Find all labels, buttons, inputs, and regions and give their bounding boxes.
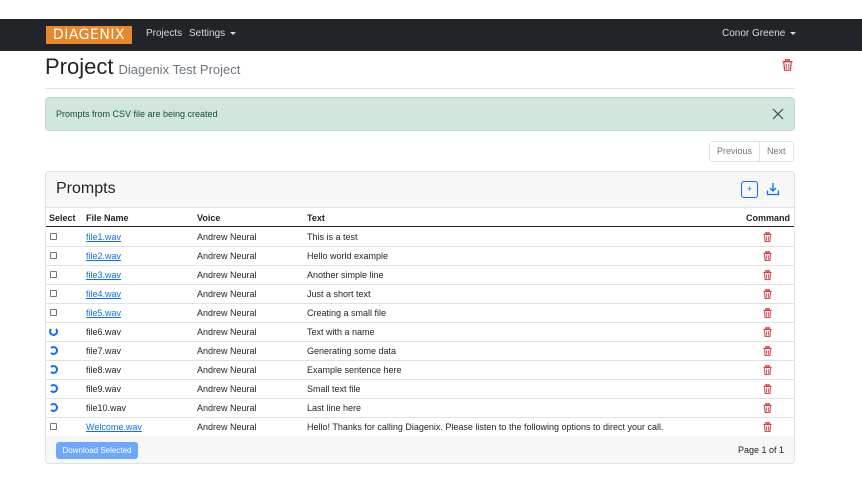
delete-row-trash-icon[interactable] xyxy=(763,270,772,280)
voice-cell: Andrew Neural xyxy=(197,403,257,413)
delete-row-trash-icon[interactable] xyxy=(763,251,772,261)
spinner-icon xyxy=(49,346,58,355)
voice-cell: Andrew Neural xyxy=(197,270,257,280)
column-header-select: Select xyxy=(49,213,76,223)
next-button[interactable]: Next xyxy=(759,142,793,161)
column-header-text: Text xyxy=(307,213,325,223)
nav-projects[interactable]: Projects xyxy=(146,28,182,39)
page-title: Project Diagenix Test Project xyxy=(45,54,240,80)
chevron-down-icon xyxy=(790,31,797,35)
user-name: Conor Greene xyxy=(722,28,786,39)
nav-settings-dropdown[interactable]: Settings xyxy=(189,28,237,39)
spinner-icon xyxy=(49,384,58,393)
voice-cell: Andrew Neural xyxy=(197,327,257,337)
table-header: Select File Name Voice Text Command xyxy=(46,209,794,227)
voice-cell: Andrew Neural xyxy=(197,251,257,261)
file-name-link[interactable]: file5.wav xyxy=(86,308,121,318)
file-name: file10.wav xyxy=(86,403,127,413)
page-count: Page 1 of 1 xyxy=(737,445,784,455)
voice-cell: Andrew Neural xyxy=(197,384,257,394)
voice-cell: Andrew Neural xyxy=(197,365,257,375)
file-name-link[interactable]: file2.wav xyxy=(86,251,121,261)
voice-cell: Andrew Neural xyxy=(197,308,257,318)
table-row: file2.wav Andrew Neural Hello world exampl… xyxy=(46,247,794,266)
voice-cell: Andrew Neural xyxy=(197,289,257,299)
table-row: Welcome.wav Andrew Neural Hello! Thanks fo… xyxy=(46,418,794,437)
text-cell: Hello world example xyxy=(307,251,389,261)
spinner-icon xyxy=(49,365,58,374)
nav-settings-label: Settings xyxy=(189,28,226,39)
table-row: file8.wav Andrew Neural Example sentence h… xyxy=(46,361,794,380)
prompts-card-header: Prompts + xyxy=(46,172,794,208)
close-icon[interactable] xyxy=(772,108,784,120)
row-select-checkbox[interactable] xyxy=(50,309,57,316)
spinner-icon xyxy=(49,403,58,412)
voice-cell: Andrew Neural xyxy=(197,346,257,356)
table-row: file1.wav Andrew Neural This is a test xyxy=(46,228,794,247)
delete-project-trash-icon[interactable] xyxy=(782,59,793,71)
delete-row-trash-icon[interactable] xyxy=(763,403,772,413)
spinner-icon xyxy=(49,327,58,336)
prompts-card: Prompts + Select File Name Voice Text Co… xyxy=(45,171,795,464)
file-name-link[interactable]: Welcome.wav xyxy=(86,422,142,432)
column-header-command: Command xyxy=(746,213,791,223)
text-cell: Hello! Thanks for calling Diagenix. Plea… xyxy=(307,422,664,432)
column-header-file-name: File Name xyxy=(86,213,129,223)
delete-row-trash-icon[interactable] xyxy=(763,346,772,356)
voice-cell: Andrew Neural xyxy=(197,422,257,432)
text-cell: Last line here xyxy=(307,403,362,413)
row-select-checkbox[interactable] xyxy=(50,233,57,240)
header-divider xyxy=(45,88,795,89)
text-cell: This is a test xyxy=(307,232,358,242)
text-cell: Another simple line xyxy=(307,270,384,280)
diagenix-logo[interactable]: DIAGENIX xyxy=(46,26,132,44)
text-cell: Creating a small file xyxy=(307,308,387,318)
row-select-checkbox[interactable] xyxy=(50,423,57,430)
table-row: file5.wav Andrew Neural Creating a small f… xyxy=(46,304,794,323)
download-icon[interactable] xyxy=(766,182,780,196)
text-cell: Example sentence here xyxy=(307,365,402,375)
table-row: file9.wav Andrew Neural Small text file xyxy=(46,380,794,399)
delete-row-trash-icon[interactable] xyxy=(763,232,772,242)
delete-row-trash-icon[interactable] xyxy=(763,327,772,337)
page-title-label: Project xyxy=(45,54,114,79)
download-selected-button[interactable]: Download Selected xyxy=(56,442,138,459)
delete-row-trash-icon[interactable] xyxy=(763,384,772,394)
text-cell: Generating some data xyxy=(307,346,397,356)
prompts-card-footer: Download Selected Page 1 of 1 xyxy=(46,436,794,463)
row-select-checkbox[interactable] xyxy=(50,271,57,278)
status-alert: Prompts from CSV file are being created xyxy=(45,97,795,131)
voice-cell: Andrew Neural xyxy=(197,232,257,242)
prompts-title: Prompts xyxy=(56,180,116,197)
add-prompt-button[interactable]: + xyxy=(741,181,758,198)
file-name: file7.wav xyxy=(86,346,122,356)
table-row: file7.wav Andrew Neural Generating some da… xyxy=(46,342,794,361)
delete-row-trash-icon[interactable] xyxy=(763,308,772,318)
text-cell: Just a short text xyxy=(307,289,371,299)
table-row: file3.wav Andrew Neural Another simple lin… xyxy=(46,266,794,285)
table-row: file6.wav Andrew Neural Text with a name xyxy=(46,323,794,342)
file-name-link[interactable]: file4.wav xyxy=(86,289,121,299)
file-name-link[interactable]: file3.wav xyxy=(86,270,121,280)
row-select-checkbox[interactable] xyxy=(50,252,57,259)
pagination: Previous Next xyxy=(709,141,794,162)
file-name: file8.wav xyxy=(86,365,122,375)
text-cell: Small text file xyxy=(307,384,361,394)
text-cell: Text with a name xyxy=(307,327,375,337)
previous-button[interactable]: Previous xyxy=(710,142,759,161)
project-name: Diagenix Test Project xyxy=(118,62,241,77)
delete-row-trash-icon[interactable] xyxy=(763,422,772,432)
alert-message: Prompts from CSV file are being created xyxy=(56,109,218,119)
column-header-voice: Voice xyxy=(197,213,221,223)
table-row: file10.wav Andrew Neural Last line here xyxy=(46,399,794,418)
delete-row-trash-icon[interactable] xyxy=(763,289,772,299)
file-name-link[interactable]: file1.wav xyxy=(86,232,121,242)
chevron-down-icon xyxy=(230,31,237,35)
delete-row-trash-icon[interactable] xyxy=(763,365,772,375)
user-menu-dropdown[interactable]: Conor Greene xyxy=(722,28,797,39)
table-row: file4.wav Andrew Neural Just a short text xyxy=(46,285,794,304)
file-name: file9.wav xyxy=(86,384,122,394)
row-select-checkbox[interactable] xyxy=(50,290,57,297)
file-name: file6.wav xyxy=(86,327,122,337)
